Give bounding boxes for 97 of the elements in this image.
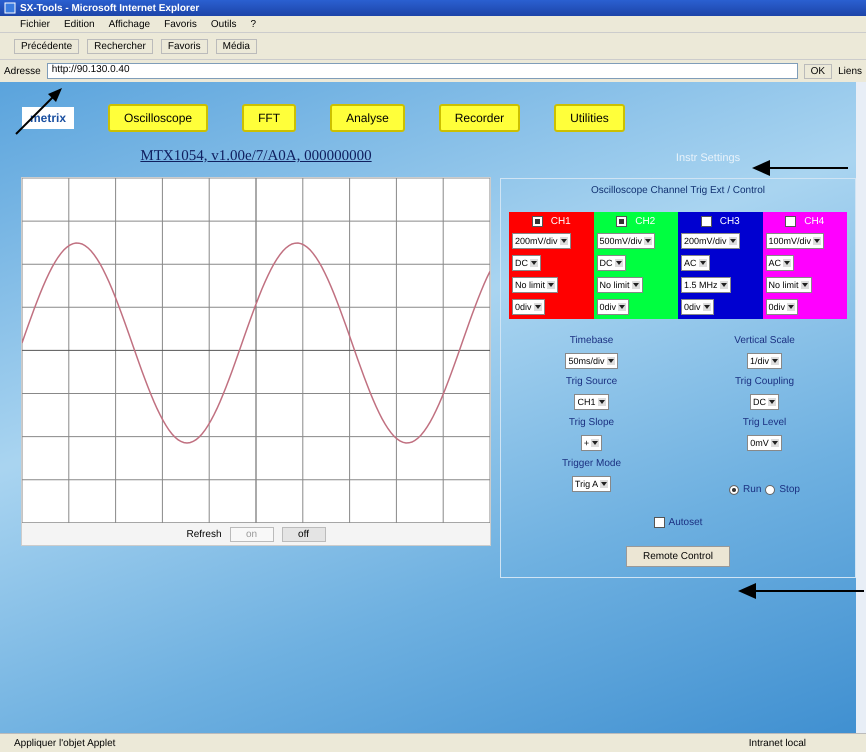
scrollbar[interactable] [856,82,866,733]
dropdown-arrow-icon [547,281,556,289]
setting-select[interactable]: 50ms/div [565,353,618,369]
field-label: Trig Level [742,417,786,428]
dropdown-arrow-icon [698,259,707,267]
channel-checkbox[interactable] [616,216,628,227]
autoset-checkbox[interactable] [654,517,665,528]
dropdown-arrow-icon [720,281,728,289]
menu-item[interactable]: Edition [64,18,95,30]
radio-button[interactable] [765,484,776,494]
channel-select[interactable]: No limit [512,277,558,293]
field-label: Trigger Mode [562,458,622,469]
channel-select[interactable]: AC [681,255,710,271]
field-label: Trig Coupling [734,376,794,387]
dropdown-arrow-icon [644,237,652,245]
radio-label: Stop [779,484,800,495]
setting-select[interactable]: CH1 [574,394,608,410]
channel-checkbox[interactable] [785,216,796,227]
toolbar-button[interactable]: Média [216,38,257,54]
go-button[interactable]: OK [804,64,832,78]
field-label: Timebase [570,335,614,346]
menu-item[interactable]: Outils [210,18,236,30]
field-label: Vertical Scale [734,335,795,346]
dropdown-arrow-icon [614,259,622,267]
dropdown-arrow-icon [632,281,640,289]
menu-item[interactable]: Favoris [164,18,197,30]
channel-select[interactable]: 0div [766,299,798,315]
menu-item[interactable]: Affichage [108,18,150,30]
setting-select[interactable]: Trig A [572,476,612,492]
channel-select[interactable]: 200mV/div [681,233,740,249]
dropdown-arrow-icon [813,237,822,245]
setting-select[interactable]: 1/div [746,353,782,369]
instrument-title[interactable]: MTX1054, v1.00e/7/A0A, 000000000 [140,148,372,165]
dropdown-arrow-icon [768,398,776,406]
channel-select[interactable]: 500mV/div [596,233,656,249]
dropdown-arrow-icon [560,237,568,245]
toolbar-button[interactable]: Favoris [160,38,208,54]
toolbar-button[interactable]: Rechercher [87,38,153,54]
dropdown-arrow-icon [530,259,538,267]
channel-select[interactable]: 200mV/div [512,233,571,249]
nav-button[interactable]: Recorder [438,104,520,132]
status-bar-text: Appliquer l'objet Applet [14,738,116,748]
field-label: Trig Slope [568,417,614,428]
channel-label: CH2 [635,216,656,227]
dropdown-arrow-icon [728,237,737,245]
channel-label: CH3 [720,216,740,227]
remote-control-button[interactable]: Remote Control [626,546,730,567]
channel-select[interactable]: DC [512,255,541,271]
dropdown-arrow-icon [771,357,779,365]
dropdown-arrow-icon [783,259,792,267]
browser-icon [4,2,16,14]
dropdown-arrow-icon [591,439,600,447]
channel-select[interactable]: 1.5 MHz [681,277,731,293]
dropdown-arrow-icon [702,303,711,311]
channel-select[interactable]: 0div [596,299,630,315]
address-field[interactable]: http://90.130.0.40 [46,63,798,79]
channel-label: CH4 [804,216,824,227]
dropdown-arrow-icon [787,303,796,311]
channel-select[interactable]: 100mV/div [766,233,824,249]
channel-select[interactable]: No limit [596,277,643,293]
zone-text: Intranet local [748,738,806,748]
nav-button[interactable]: Analyse [330,104,405,132]
channel-checkbox[interactable] [700,216,712,227]
status-text: Instr Settings [676,152,740,164]
window-title: SX-Tools - Microsoft Internet Explorer [20,2,200,14]
setting-select[interactable]: DC [750,394,779,410]
dropdown-arrow-icon [534,303,542,311]
checkbox-label: Autoset [668,517,702,528]
channel-checkbox[interactable] [532,216,543,227]
channel-select[interactable]: 0div [681,299,714,315]
dropdown-arrow-icon [618,303,626,311]
menu-item[interactable]: ? [250,18,256,30]
radio-button[interactable] [729,484,740,494]
refresh-label: Refresh [186,528,222,540]
channel-label: CH1 [550,216,571,227]
dropdown-arrow-icon [770,439,779,447]
panel-title: Oscilloscope Channel Trig Ext / Control [591,185,765,196]
setting-select[interactable]: 0mV [747,435,782,451]
dropdown-arrow-icon [598,398,606,406]
dropdown-arrow-icon [800,281,809,289]
nav-button[interactable]: Utilities [554,104,625,132]
nav-button[interactable]: FFT [242,104,296,132]
setting-select[interactable]: + [580,435,602,451]
links-label[interactable]: Liens [838,66,862,76]
channel-select[interactable]: No limit [766,277,812,293]
radio-label: Run [743,484,762,495]
menu-item[interactable]: Fichier [20,18,50,30]
refresh-toggle[interactable]: off [282,526,326,542]
field-label: Trig Source [566,376,618,387]
nav-button[interactable]: Oscilloscope [108,104,208,132]
address-label: Adresse [4,66,41,76]
channel-select[interactable]: 0div [512,299,545,315]
channel-select[interactable]: AC [766,255,794,271]
toolbar-button[interactable]: Précédente [14,38,80,54]
channel-select[interactable]: DC [596,255,626,271]
dropdown-arrow-icon [600,480,608,488]
dropdown-arrow-icon [606,357,614,365]
